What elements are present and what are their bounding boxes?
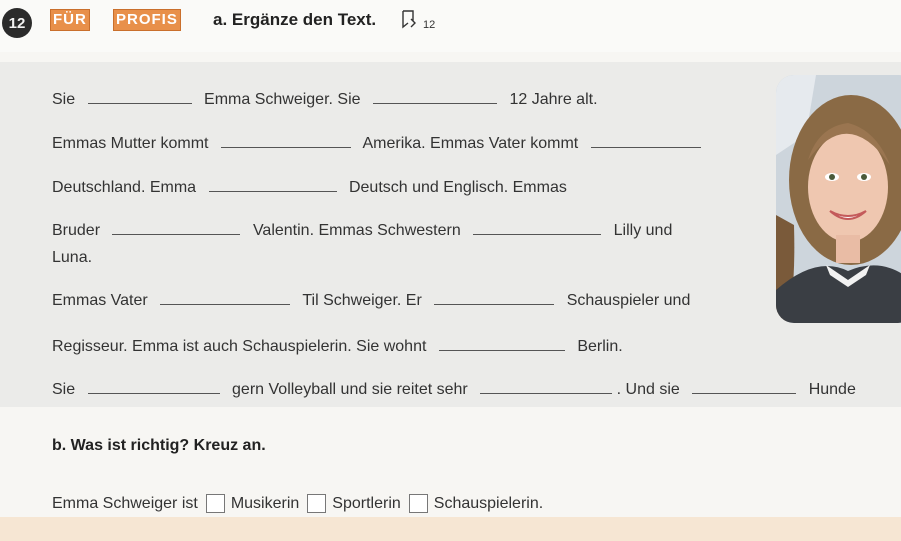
cloze-text: Sie	[52, 91, 76, 108]
cloze-text: Schauspieler und	[566, 292, 691, 309]
cloze-text: Sie	[52, 381, 76, 398]
brand-word-profis: PROFIS	[113, 9, 181, 31]
task-b-title: b. Was ist richtig? Kreuz an.	[52, 437, 266, 454]
portrait-illustration	[776, 75, 901, 323]
brand-word-fuer: FÜR	[50, 9, 90, 31]
blank-4[interactable]	[590, 146, 701, 148]
blank-3[interactable]	[220, 146, 351, 148]
cloze-text: Emmas Mutter kommt	[52, 135, 209, 152]
blank-10[interactable]	[438, 349, 565, 351]
cloze-text: . Und sie	[616, 381, 680, 398]
cloze-text: 12 Jahre alt.	[509, 91, 598, 108]
blank-9[interactable]	[434, 303, 555, 305]
blank-8[interactable]	[160, 303, 291, 305]
emma-schweiger-photo	[776, 75, 901, 323]
exercise-number-badge: 12	[2, 8, 32, 38]
cloze-text: Valentin. Emmas Schwestern	[252, 222, 461, 239]
blank-1[interactable]	[87, 102, 192, 104]
exercise-header: 12 FÜR PROFIS a. Ergänze den Text. 12	[0, 0, 901, 52]
cloze-text: Deutsch und Englisch. Emmas	[348, 179, 567, 196]
cloze-text: Emmas Vater	[52, 292, 148, 309]
cloze-text: Luna.	[52, 249, 93, 266]
cloze-text: Regisseur. Emma ist auch Schauspielerin.…	[52, 338, 427, 355]
task-b-prompt: Emma Schweiger ist	[52, 494, 198, 512]
cloze-text: Emma Schweiger. Sie	[204, 91, 361, 108]
cloze-text: Berlin.	[577, 338, 623, 355]
page-footer-band	[0, 517, 901, 541]
option-schauspielerin-label: Schauspielerin.	[433, 494, 544, 512]
cloze-text: Bruder	[52, 222, 101, 239]
cloze-text: Til Schweiger. Er	[302, 292, 422, 309]
blank-7[interactable]	[473, 233, 602, 235]
cloze-line-7: Regisseur. Emma ist auch Schauspielerin.…	[52, 338, 623, 356]
cloze-line-4: Bruder Valentin. Emmas Schwestern Lilly …	[52, 222, 672, 240]
option-musikerin-label: Musikerin	[230, 494, 300, 512]
task-a-title: a. Ergänze den Text.	[213, 10, 377, 29]
cloze-text: Deutschland. Emma	[52, 179, 197, 196]
checkbox-sportlerin[interactable]	[307, 494, 327, 513]
option-sportlerin-label: Sportlerin	[332, 494, 401, 512]
cloze-text: Lilly und	[613, 222, 673, 239]
cloze-line-1: Sie Emma Schweiger. Sie 12 Jahre alt.	[52, 91, 598, 109]
cloze-line-3: Deutschland. Emma Deutsch und Englisch. …	[52, 179, 567, 197]
blank-13[interactable]	[692, 392, 797, 394]
cloze-line-8: Sie gern Volleyball und sie reitet sehr …	[52, 381, 856, 399]
audio-track-icon	[402, 10, 416, 29]
blank-11[interactable]	[87, 392, 220, 394]
blank-6[interactable]	[112, 233, 241, 235]
cloze-text: gern Volleyball und sie reitet sehr	[232, 381, 468, 398]
brand-label-fuer: FÜR	[50, 9, 90, 31]
checkbox-musikerin[interactable]	[205, 494, 225, 513]
task-b-checkbox-line: Emma Schweiger ist Musikerin Sportlerin …	[52, 494, 543, 513]
blank-2[interactable]	[373, 102, 497, 104]
cloze-line-6: Emmas Vater Til Schweiger. Er Schauspiel…	[52, 292, 690, 310]
blank-5[interactable]	[208, 190, 337, 192]
checkbox-schauspielerin[interactable]	[408, 494, 428, 513]
cloze-text: Amerika. Emmas Vater kommt	[362, 135, 579, 152]
cloze-line-5: Luna.	[52, 249, 92, 267]
cloze-text: Hunde	[808, 381, 856, 398]
brand-label-profis: PROFIS	[113, 9, 181, 31]
blank-12[interactable]	[480, 392, 613, 394]
cloze-line-2: Emmas Mutter kommt Amerika. Emmas Vater …	[52, 135, 701, 153]
audio-track-number: 12	[423, 19, 436, 31]
